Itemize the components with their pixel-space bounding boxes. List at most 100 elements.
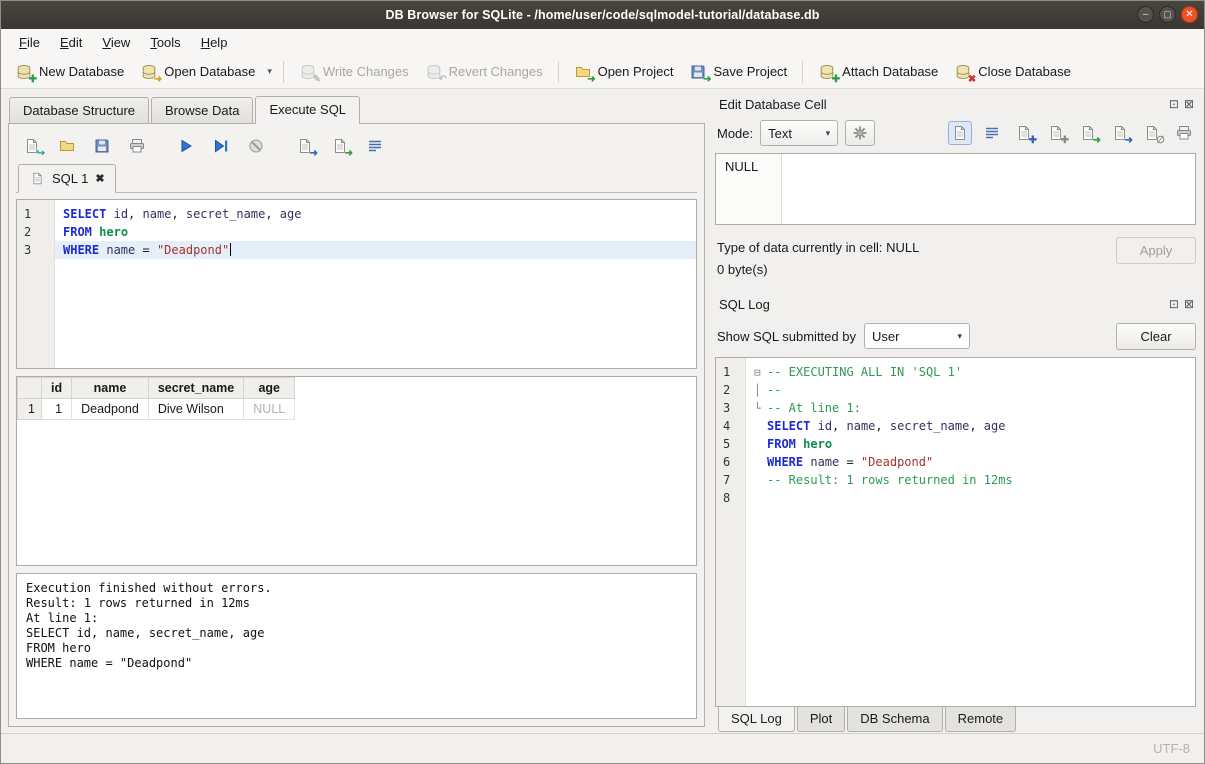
new-database-button[interactable]: ✚New Database xyxy=(7,59,132,85)
column-header-id[interactable]: id xyxy=(42,378,72,399)
close-button[interactable] xyxy=(1181,6,1198,23)
menu-view[interactable]: View xyxy=(92,31,140,54)
log-line[interactable]: SELECT id, name, secret_name, age xyxy=(746,417,1195,435)
export-text-button[interactable]: ➜ xyxy=(1108,121,1132,145)
log-line[interactable]: ⊟-- EXECUTING ALL IN 'SQL 1' xyxy=(746,363,1195,381)
result-cell[interactable]: NULL xyxy=(244,399,295,420)
log-line-number: 7 xyxy=(716,471,745,489)
execute-all-button[interactable] xyxy=(174,134,198,158)
column-header-secret_name[interactable]: secret_name xyxy=(148,378,243,399)
tab-browse-data[interactable]: Browse Data xyxy=(151,97,253,123)
export-sql-button[interactable]: ➜ xyxy=(293,134,317,158)
execute-toolbar: ↪ ➜ ➜ xyxy=(16,131,697,161)
paste-icon: ✚ xyxy=(1047,124,1065,142)
submitter-select[interactable]: User xyxy=(864,323,970,349)
message-line: Execution finished without errors. xyxy=(26,581,687,596)
save-project-icon: ➜ xyxy=(689,63,707,81)
edit-cell-title: Edit Database Cell xyxy=(719,97,827,112)
chevron-down-icon xyxy=(826,128,831,139)
dock-tab-db-schema[interactable]: DB Schema xyxy=(847,707,942,732)
import-sql-button[interactable]: ➜ xyxy=(328,134,352,158)
word-wrap-button[interactable] xyxy=(980,121,1004,145)
execute-current-line-icon xyxy=(212,137,230,155)
stop-button[interactable] xyxy=(244,134,268,158)
window-title: DB Browser for SQLite - /home/user/code/… xyxy=(1,8,1204,22)
result-cell[interactable]: 1 xyxy=(42,399,72,420)
log-line[interactable]: │-- xyxy=(746,381,1195,399)
dock-tab-sql-log[interactable]: SQL Log xyxy=(718,707,795,732)
open-database-button[interactable]: ➜Open Database xyxy=(132,59,263,85)
log-line[interactable]: FROM hero xyxy=(746,435,1195,453)
editor-line[interactable]: SELECT id, name, secret_name, age xyxy=(55,205,696,223)
cell-editor[interactable]: NULL xyxy=(715,153,1196,225)
main-content: Database StructureBrowse DataExecute SQL… xyxy=(1,89,1204,733)
encoding-indicator[interactable]: UTF-8 xyxy=(1153,741,1190,756)
fold-marker[interactable]: ⊟ xyxy=(754,364,767,382)
result-cell[interactable]: Dive Wilson xyxy=(148,399,243,420)
open-in-external-button[interactable] xyxy=(845,120,875,146)
mode-label: Mode: xyxy=(717,126,753,141)
execute-current-line-button[interactable] xyxy=(209,134,233,158)
sql-log-header: SQL Log xyxy=(715,291,1196,315)
float-log-panel-icon[interactable] xyxy=(1169,298,1179,310)
menu-help[interactable]: Help xyxy=(191,31,238,54)
dock-tab-remote[interactable]: Remote xyxy=(945,707,1017,732)
log-code: ⊟-- EXECUTING ALL IN 'SQL 1'│--└-- At li… xyxy=(746,358,1195,706)
print-button[interactable] xyxy=(125,134,149,158)
sql-tab[interactable]: SQL 1 xyxy=(18,164,116,193)
column-header-name[interactable]: name xyxy=(72,378,149,399)
mode-select[interactable]: Text xyxy=(760,120,838,146)
editor-line[interactable]: FROM hero xyxy=(55,223,696,241)
tab-database-structure[interactable]: Database Structure xyxy=(9,97,149,123)
close-tab-icon[interactable] xyxy=(94,172,105,185)
open-project-button[interactable]: ➜Open Project xyxy=(566,59,682,85)
open-sql-file-button[interactable] xyxy=(55,134,79,158)
submitter-value: User xyxy=(872,329,899,344)
open-external-icon xyxy=(851,124,869,142)
cell-editor-area[interactable] xyxy=(782,154,1195,224)
menu-tools[interactable]: Tools xyxy=(140,31,190,54)
titlebar[interactable]: DB Browser for SQLite - /home/user/code/… xyxy=(1,1,1204,29)
clear-button[interactable]: Clear xyxy=(1116,323,1196,350)
write-changes-icon: ✎ xyxy=(299,63,317,81)
open-database-dropdown-button[interactable] xyxy=(263,64,276,79)
sql-log-view[interactable]: 12345678 ⊟-- EXECUTING ALL IN 'SQL 1'│--… xyxy=(715,357,1196,707)
import-text-button[interactable]: ➜ xyxy=(1076,121,1100,145)
row-number[interactable]: 1 xyxy=(18,399,42,420)
print-cell-button[interactable] xyxy=(1172,121,1196,145)
attach-database-button[interactable]: ✚Attach Database xyxy=(810,59,946,85)
close-log-panel-icon[interactable] xyxy=(1184,298,1194,310)
message-line: Result: 1 rows returned in 12ms xyxy=(26,596,687,611)
paste-button[interactable]: ✚ xyxy=(1044,121,1068,145)
menu-edit[interactable]: Edit xyxy=(50,31,92,54)
save-sql-file-button[interactable] xyxy=(90,134,114,158)
revert-changes-button: ↶Revert Changes xyxy=(417,59,551,85)
result-cell[interactable]: Deadpond xyxy=(72,399,149,420)
editor-line[interactable]: WHERE name = "Deadpond" xyxy=(55,241,696,259)
editor-code[interactable]: SELECT id, name, secret_name, ageFROM he… xyxy=(55,200,696,368)
log-line[interactable]: -- Result: 1 rows returned in 12ms xyxy=(746,471,1195,489)
log-filter-row: Show SQL submitted by User Clear xyxy=(715,319,1196,353)
minimize-button[interactable] xyxy=(1137,6,1154,23)
new-sql-tab-button[interactable]: ↪ xyxy=(20,134,44,158)
word-wrap-button[interactable] xyxy=(363,134,387,158)
float-panel-icon[interactable] xyxy=(1169,98,1179,110)
close-database-button[interactable]: ✖Close Database xyxy=(946,59,1079,85)
open-database-icon: ➜ xyxy=(140,63,158,81)
dock-tab-plot[interactable]: Plot xyxy=(797,707,845,732)
tab-execute-sql[interactable]: Execute SQL xyxy=(255,96,360,124)
message-area[interactable]: Execution finished without errors.Result… xyxy=(16,573,697,719)
maximize-button[interactable] xyxy=(1159,6,1176,23)
close-panel-icon[interactable] xyxy=(1184,98,1194,110)
copy-button[interactable]: ✚ xyxy=(1012,121,1036,145)
text-mode-button[interactable] xyxy=(948,121,972,145)
log-line[interactable]: WHERE name = "Deadpond" xyxy=(746,453,1195,471)
log-line[interactable]: └-- At line 1: xyxy=(746,399,1195,417)
menu-file[interactable]: File xyxy=(9,31,50,54)
column-header-age[interactable]: age xyxy=(244,378,295,399)
results-header-row: idnamesecret_nameage xyxy=(18,378,295,399)
set-null-button[interactable]: ∅ xyxy=(1140,121,1164,145)
save-project-button[interactable]: ➜Save Project xyxy=(681,59,795,85)
log-line[interactable] xyxy=(746,489,1195,507)
sql-editor[interactable]: 123 SELECT id, name, secret_name, ageFRO… xyxy=(16,199,697,369)
